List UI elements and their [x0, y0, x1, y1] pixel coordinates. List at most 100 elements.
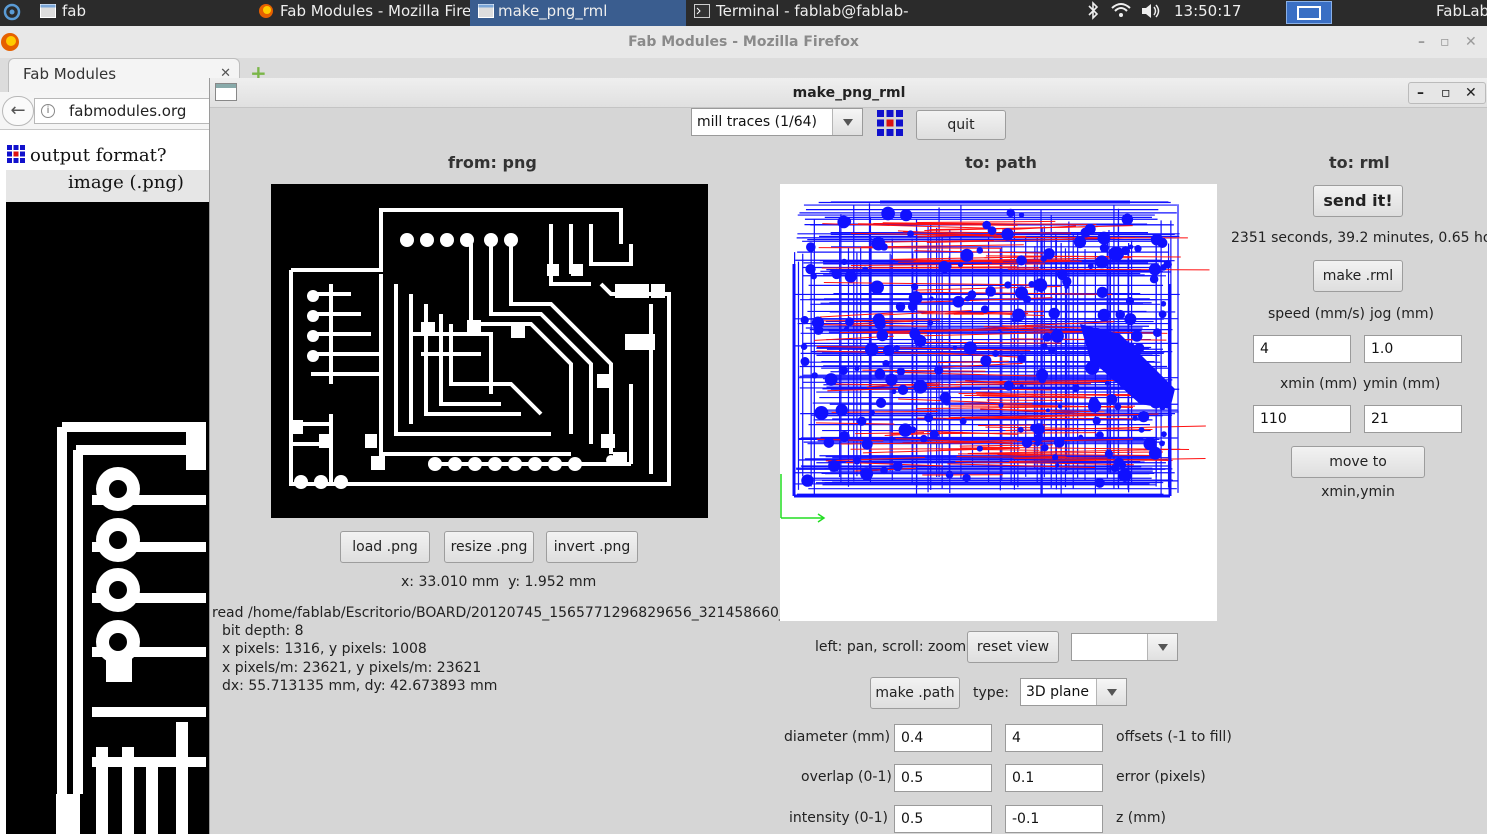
- chevron-down-icon: [1147, 634, 1177, 660]
- toolpath-pad: [860, 467, 874, 481]
- minimize-icon[interactable]: –: [1417, 83, 1424, 103]
- back-button[interactable]: ←: [2, 96, 34, 126]
- type-select[interactable]: 3D plane: [1020, 678, 1127, 706]
- jog-field[interactable]: 1.0: [1364, 335, 1462, 363]
- toolpath-pad: [1104, 449, 1113, 458]
- quit-button[interactable]: quit: [916, 110, 1006, 140]
- toolpath-pad: [896, 367, 906, 376]
- toolpath-pad: [976, 445, 983, 452]
- toolpath-pad: [934, 365, 944, 375]
- workspace-switcher[interactable]: [1286, 1, 1332, 24]
- path-preview-canvas[interactable]: [780, 184, 1217, 621]
- reset-view-button[interactable]: reset view: [967, 631, 1059, 663]
- toolpath-pad: [924, 413, 934, 423]
- png-preview[interactable]: [271, 184, 708, 518]
- toolpath-pad: [1087, 263, 1094, 270]
- toolpath-pad: [882, 359, 890, 368]
- taskbar-item-label: fab: [62, 2, 86, 20]
- toolpath-pad: [913, 379, 928, 394]
- diameter-field[interactable]: 0.4: [894, 724, 992, 752]
- toolpath-segment: [823, 281, 1031, 286]
- taskbar-item-make-png-rml[interactable]: make_png_rml: [470, 0, 686, 26]
- toolpath-pad: [838, 365, 848, 376]
- toolpath-pad: [1125, 296, 1135, 306]
- window-menu-icon[interactable]: [215, 83, 237, 101]
- toolpath-pad: [857, 416, 867, 426]
- overlap-label: overlap (0-1): [801, 769, 892, 785]
- xmin-field[interactable]: 110: [1253, 405, 1351, 433]
- chevron-down-icon: [1096, 679, 1126, 705]
- ymin-field[interactable]: 21: [1364, 405, 1462, 433]
- send-it-button[interactable]: send it!: [1313, 185, 1403, 217]
- offsets-label: offsets (-1 to fill): [1116, 729, 1232, 745]
- close-icon[interactable]: ✕: [1465, 83, 1477, 103]
- toolpath-pad: [1114, 403, 1122, 411]
- toolpath-pad: [801, 474, 814, 487]
- toolpath-pad: [964, 295, 971, 302]
- toolpath-pad: [1043, 248, 1055, 260]
- info-icon[interactable]: i: [41, 104, 55, 118]
- taskbar-item-label: Terminal - fablab@fablab-...: [716, 2, 910, 20]
- make-rml-button[interactable]: make .rml: [1313, 260, 1403, 292]
- url-input[interactable]: i fabmodules.org: [34, 98, 209, 124]
- toolpath-pad: [1018, 212, 1025, 218]
- tab-fab-modules[interactable]: Fab Modules ✕: [8, 58, 240, 92]
- offsets-field[interactable]: 4: [1005, 724, 1103, 752]
- firefox-icon: [259, 4, 273, 18]
- wifi-icon[interactable]: [1110, 0, 1132, 26]
- toolpath-pad: [1096, 286, 1108, 298]
- clock[interactable]: 13:50:17: [1174, 0, 1241, 26]
- overlap-field[interactable]: 0.5: [894, 764, 992, 792]
- close-icon[interactable]: ✕: [1465, 26, 1477, 58]
- question-text: output format?: [30, 145, 167, 166]
- taskbar-item-fab[interactable]: fab: [26, 0, 246, 26]
- toolpath-pad: [876, 329, 889, 342]
- toolpath-pad: [1097, 308, 1111, 322]
- make-path-button[interactable]: make .path: [870, 677, 960, 709]
- maximize-icon[interactable]: ▫: [1441, 83, 1451, 103]
- error-label: error (pixels): [1116, 769, 1206, 785]
- ymin-label: ymin (mm): [1363, 376, 1441, 392]
- resize-png-button[interactable]: resize .png: [444, 531, 534, 563]
- toolpath-pad: [1138, 426, 1145, 433]
- diameter-label: diameter (mm): [784, 729, 891, 745]
- invert-png-button[interactable]: invert .png: [546, 531, 638, 563]
- toolpath-pad: [800, 343, 808, 350]
- volume-icon[interactable]: [1140, 0, 1162, 26]
- view-select[interactable]: [1071, 633, 1178, 661]
- user-name[interactable]: FabLab: [1436, 0, 1487, 26]
- toolpath-pad: [1134, 245, 1142, 253]
- format-option-label: image (.png): [68, 172, 184, 193]
- toolpath-pad: [913, 334, 927, 348]
- format-option-png[interactable]: image (.png): [6, 170, 209, 202]
- move-to-origin-button[interactable]: move to xmin,ymin: [1291, 446, 1425, 500]
- taskbar-item-terminal[interactable]: Terminal - fablab@fablab-...: [680, 0, 910, 26]
- toolpath-pad: [898, 423, 913, 437]
- load-png-button[interactable]: load .png: [340, 531, 430, 563]
- toolpath-pad: [845, 317, 855, 327]
- toolpath-pad: [1131, 330, 1143, 342]
- toolpath-pad: [1020, 257, 1027, 265]
- toolpath-pad: [811, 372, 818, 379]
- process-select[interactable]: mill traces (1/64): [691, 108, 863, 136]
- minimize-icon[interactable]: –: [1418, 26, 1425, 58]
- apps-menu-icon[interactable]: [2, 2, 22, 22]
- toolpath-pad: [929, 296, 934, 301]
- toolpath-pad: [862, 266, 869, 273]
- toolpath-pad: [1163, 260, 1172, 269]
- speed-field[interactable]: 4: [1253, 335, 1351, 363]
- maximize-icon[interactable]: ▫: [1440, 26, 1450, 58]
- firefox-titlebar: Fab Modules - Mozilla Firefox – ▫ ✕: [0, 26, 1487, 60]
- app-window-title: make_png_rml: [792, 85, 906, 101]
- z-depth-field[interactable]: -0.1: [1005, 805, 1103, 833]
- bluetooth-icon[interactable]: [1086, 0, 1102, 26]
- toolpath-pad: [892, 461, 903, 472]
- toolpath-pad: [1038, 376, 1046, 384]
- taskbar-item-firefox[interactable]: Fab Modules - Mozilla Firef...: [244, 0, 470, 26]
- toolpath-pad: [838, 430, 850, 442]
- toolpath-pad: [1073, 236, 1087, 249]
- error-field[interactable]: 0.1: [1005, 764, 1103, 792]
- toolpath-pad: [1017, 354, 1026, 364]
- intensity-field[interactable]: 0.5: [894, 805, 992, 833]
- toolpath-pad: [1048, 346, 1056, 355]
